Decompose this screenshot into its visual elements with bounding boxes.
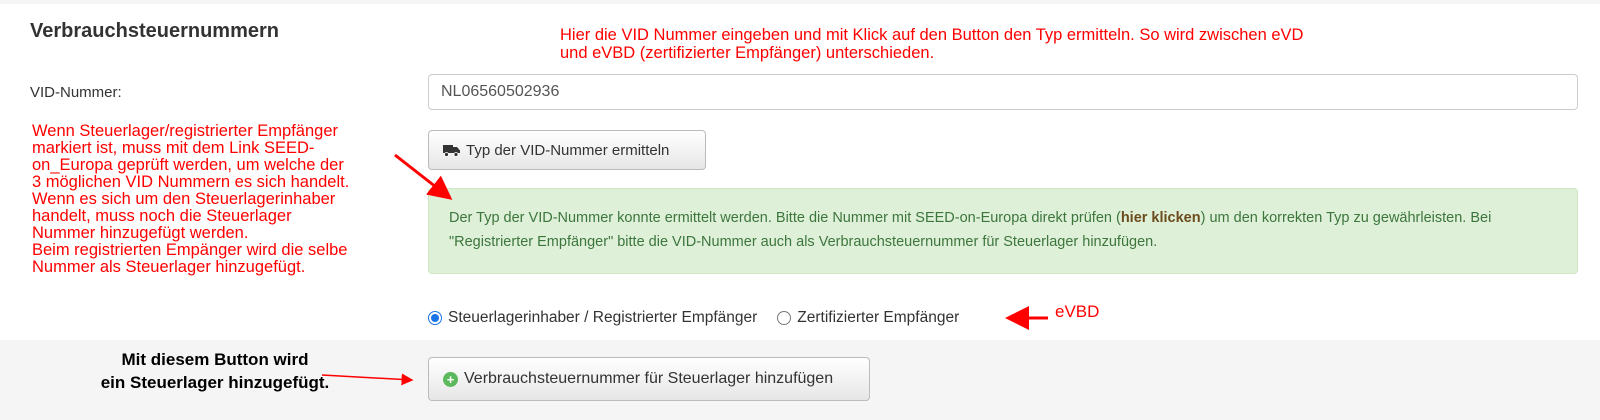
vid-input[interactable]: [428, 74, 1578, 110]
determine-type-button-label: Typ der VID-Nummer ermitteln: [466, 141, 670, 159]
annotation-top: Hier die VID Nummer eingeben und mit Kli…: [560, 26, 1304, 62]
recipient-type-radios: Steuerlagerinhaber / Registrierter Empfä…: [428, 309, 959, 327]
seed-link[interactable]: hier klicken: [1121, 210, 1201, 226]
success-alert: Der Typ der VID-Nummer konnte ermittelt …: [428, 188, 1578, 274]
annotation-evbd: eVBD: [1055, 302, 1100, 321]
add-excise-number-button-label: Verbrauchsteuernummer für Steuerlager hi…: [464, 370, 834, 387]
radio-zertifizierter-empfaenger-label[interactable]: Zertifizierter Empfänger: [797, 309, 959, 327]
alert-text-before: Der Typ der VID-Nummer konnte ermittelt …: [449, 210, 1121, 226]
determine-type-button[interactable]: Typ der VID-Nummer ermitteln: [428, 130, 706, 170]
radio-steuerlagerinhaber-label[interactable]: Steuerlagerinhaber / Registrierter Empfä…: [448, 309, 757, 327]
top-strip: [0, 0, 1600, 4]
add-excise-number-button[interactable]: + Verbrauchsteuernummer für Steuerlager …: [428, 357, 870, 401]
annotation-left: Wenn Steuerlager/registrierter Empfänger…: [32, 122, 350, 276]
section-title: Verbrauchsteuernummern: [30, 20, 279, 42]
plus-circle-icon: +: [443, 371, 458, 387]
radio-zertifizierter-empfaenger[interactable]: [777, 311, 792, 325]
truck-icon: [443, 145, 460, 157]
annotation-bottom: Mit diesem Button wird ein Steuerlager h…: [100, 350, 330, 392]
vid-label: VID-Nummer:: [30, 84, 122, 101]
radio-steuerlagerinhaber[interactable]: [428, 311, 442, 325]
